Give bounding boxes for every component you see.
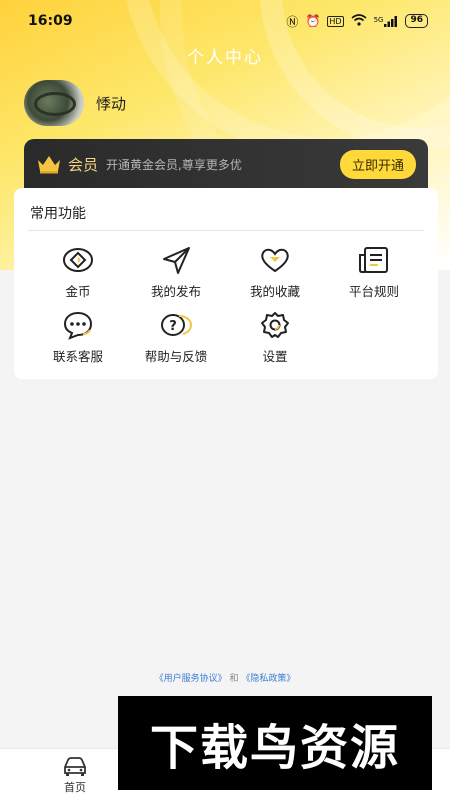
alarm-icon: ⏰ [305, 14, 321, 28]
chat-icon [63, 311, 93, 340]
func-item-platform-rules[interactable]: 平台规则 [324, 245, 424, 300]
func-label: 我的发布 [150, 284, 201, 299]
agreement-links: 《用户服务协议》 和 《隐私政策》 [0, 671, 450, 684]
heart-icon [261, 248, 289, 273]
crown-icon [38, 156, 60, 174]
status-icons: Ⓝ ⏰ HD 5G 96 [286, 13, 428, 30]
username: 悸动 [96, 94, 127, 113]
common-functions-card: 常用功能 金币 我的发布 我的收藏 平台规则 联系客服 ? 帮助与反馈 设置 [14, 188, 438, 379]
car-icon [64, 756, 86, 776]
watermark-text: 下载鸟资源 [149, 720, 400, 776]
avatar[interactable] [24, 80, 84, 126]
help-icon: ? [161, 314, 193, 336]
tab-home[interactable]: 首页 [25, 755, 125, 795]
func-label: 设置 [262, 349, 288, 364]
func-label: 我的收藏 [249, 284, 300, 299]
func-item-customer-service[interactable]: 联系客服 [28, 310, 128, 365]
open-vip-button[interactable]: 立即开通 [339, 149, 416, 179]
wifi-icon [351, 13, 367, 29]
functions-title: 常用功能 [30, 206, 86, 222]
func-label: 联系客服 [52, 349, 103, 364]
nfc-icon: Ⓝ [286, 14, 299, 29]
func-item-coins[interactable]: 金币 [28, 245, 128, 300]
document-icon [359, 247, 388, 273]
svg-text:?: ? [169, 319, 177, 334]
func-item-help-feedback[interactable]: ? 帮助与反馈 [126, 310, 226, 365]
send-icon [163, 247, 190, 274]
tab-label: 首页 [64, 780, 86, 794]
vip-description: 开通黄金会员,尊享更多优 [106, 157, 242, 172]
privacy-policy-link[interactable]: 《隐私政策》 [241, 674, 295, 684]
func-label: 帮助与反馈 [144, 349, 208, 364]
func-label: 金币 [65, 284, 91, 299]
user-agreement-link[interactable]: 《用户服务协议》 [155, 674, 227, 684]
network-label: 5G [373, 15, 384, 24]
vip-card[interactable]: 会员 开通黄金会员,尊享更多优 立即开通 [24, 139, 428, 189]
func-item-my-posts[interactable]: 我的发布 [126, 245, 226, 300]
battery-icon: 96 [405, 14, 428, 28]
func-item-settings[interactable]: 设置 [225, 310, 325, 365]
func-label: 平台规则 [348, 284, 399, 299]
page-title: 个人中心 [187, 48, 263, 68]
gear-icon [261, 312, 289, 338]
vip-label: 会员 [68, 155, 99, 174]
watermark: 下载鸟资源 [118, 696, 432, 790]
signal-icon: 5G [373, 15, 399, 27]
agreement-and: 和 [229, 674, 239, 684]
profile-section[interactable]: 悸动 [24, 80, 126, 126]
divider [28, 230, 424, 231]
func-item-favorites[interactable]: 我的收藏 [225, 245, 325, 300]
coin-icon [63, 248, 93, 272]
hd-icon: HD [327, 15, 344, 27]
status-bar: 16:09 Ⓝ ⏰ HD 5G 96 [0, 0, 450, 42]
status-time: 16:09 [28, 13, 73, 29]
